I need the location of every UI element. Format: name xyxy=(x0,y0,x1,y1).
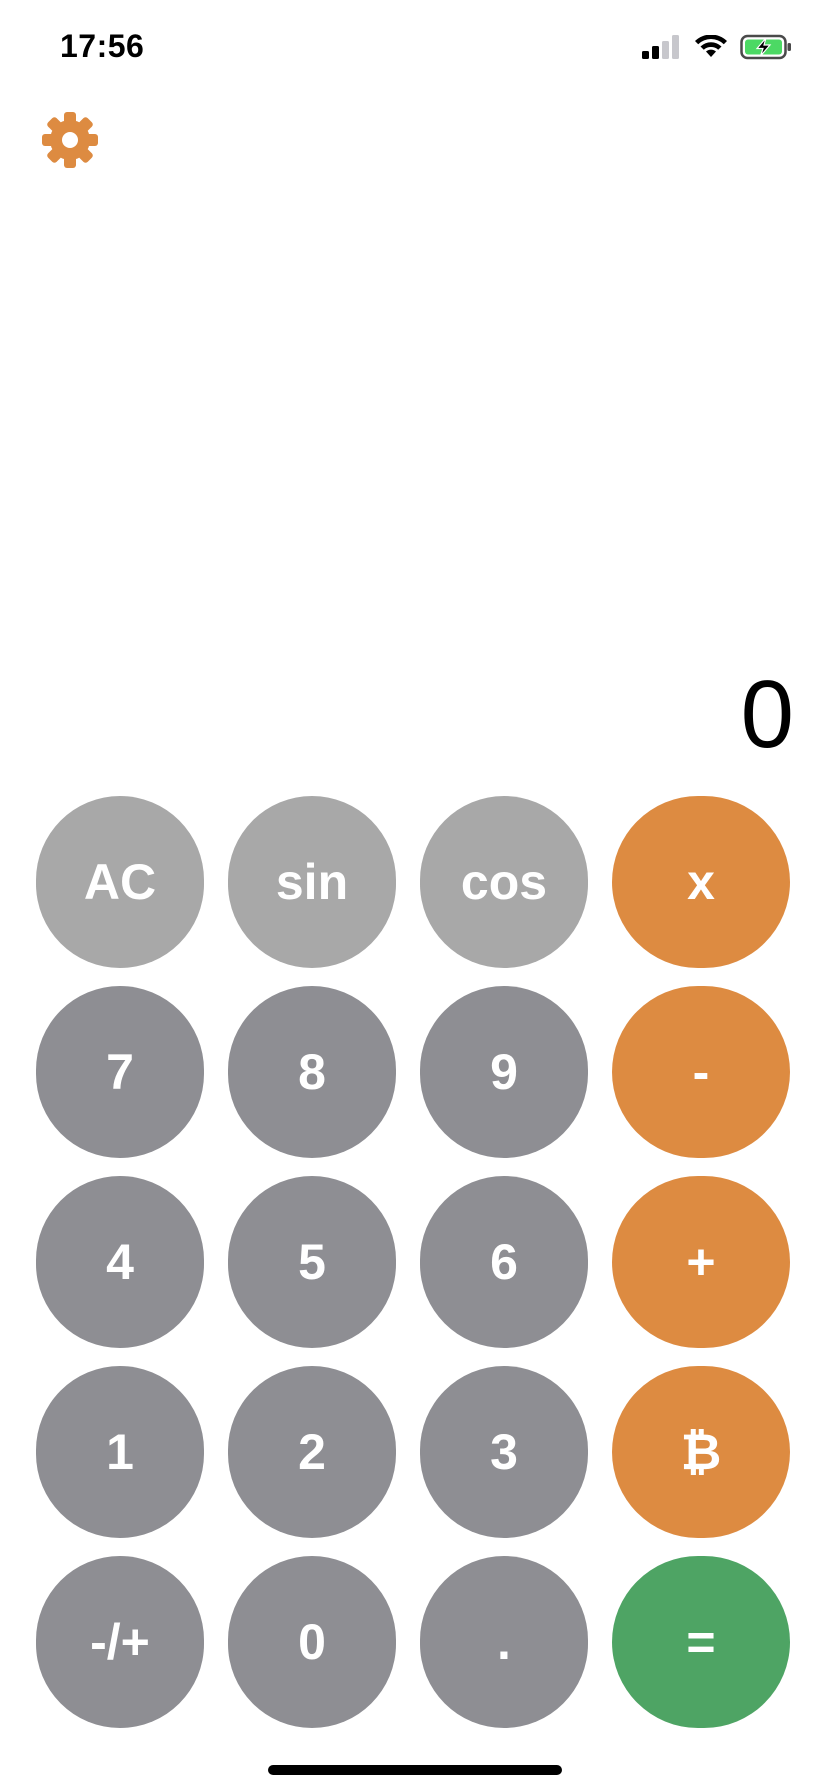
multiply-button[interactable]: x xyxy=(612,796,790,968)
settings-button[interactable] xyxy=(38,108,102,172)
subtract-button[interactable]: - xyxy=(612,986,790,1158)
keypad: AC sin cos x 7 8 9 - 4 5 6 + 1 2 3 ₿ -/+… xyxy=(36,796,796,1728)
digit-8-button[interactable]: 8 xyxy=(228,986,396,1158)
digit-1-button[interactable]: 1 xyxy=(36,1366,204,1538)
digit-6-button[interactable]: 6 xyxy=(420,1176,588,1348)
sin-button[interactable]: sin xyxy=(228,796,396,968)
digit-5-button[interactable]: 5 xyxy=(228,1176,396,1348)
decimal-button[interactable]: . xyxy=(420,1556,588,1728)
equals-button[interactable]: = xyxy=(612,1556,790,1728)
bitcoin-button[interactable]: ₿ xyxy=(612,1366,790,1538)
gear-icon xyxy=(42,112,98,168)
battery-charging-icon xyxy=(740,34,791,60)
digit-0-button[interactable]: 0 xyxy=(228,1556,396,1728)
cos-button[interactable]: cos xyxy=(420,796,588,968)
digit-9-button[interactable]: 9 xyxy=(420,986,588,1158)
calculator-display: 0 xyxy=(740,661,794,768)
digit-3-button[interactable]: 3 xyxy=(420,1366,588,1538)
status-time: 17:56 xyxy=(60,28,145,64)
add-button[interactable]: + xyxy=(612,1176,790,1348)
status-icons xyxy=(642,34,792,60)
ac-button[interactable]: AC xyxy=(36,796,204,968)
cellular-signal-icon xyxy=(642,35,679,59)
digit-4-button[interactable]: 4 xyxy=(36,1176,204,1348)
digit-2-button[interactable]: 2 xyxy=(228,1366,396,1538)
negate-button[interactable]: -/+ xyxy=(36,1556,204,1728)
home-indicator[interactable] xyxy=(268,1765,562,1775)
status-bar: 17:56 xyxy=(0,0,828,96)
wifi-icon xyxy=(695,35,727,57)
digit-7-button[interactable]: 7 xyxy=(36,986,204,1158)
